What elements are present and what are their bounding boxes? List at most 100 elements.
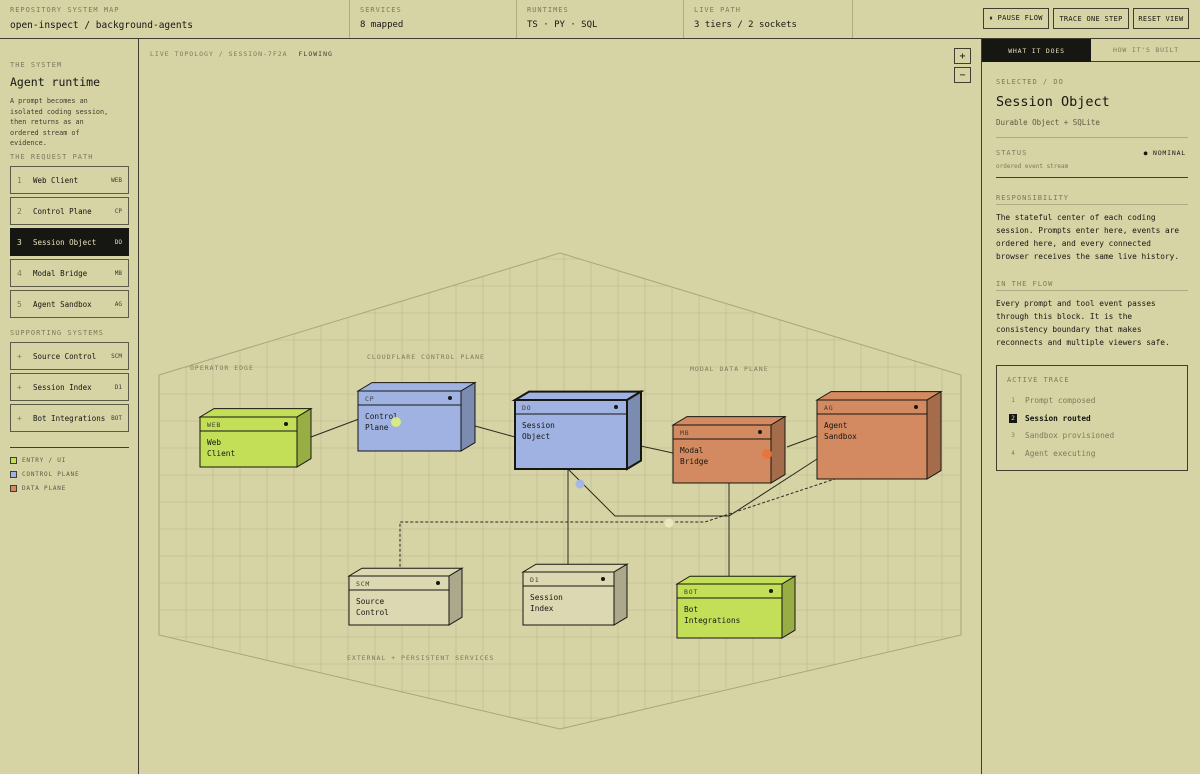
legend-item: DATA PLANE xyxy=(10,485,66,492)
repo-label: REPOSITORY SYSTEM MAP xyxy=(10,6,120,14)
services-value: 8 mapped xyxy=(360,20,404,30)
path-item-number: 2 xyxy=(17,206,22,216)
path-item-cp[interactable]: 2 Control Plane CP xyxy=(10,197,129,225)
runtimes-label: RUNTIMES xyxy=(527,6,569,14)
trace-step-label: Agent executing xyxy=(1025,448,1096,458)
tab-what-it-does[interactable]: WHAT IT DOES xyxy=(982,39,1091,62)
legend-swatch xyxy=(10,457,17,464)
runtimes-cell: RUNTIMES TS · PY · SQL xyxy=(517,0,684,38)
pause-flow-button[interactable]: ⏸ PAUSE FLOW xyxy=(983,8,1049,29)
node-scm[interactable]: SCM Source Control xyxy=(347,567,464,626)
path-item-label: Bot Integrations xyxy=(33,413,106,423)
node-label: Sandbox xyxy=(824,432,857,441)
path-item-label: Session Index xyxy=(33,382,92,392)
path-item-number: 1 xyxy=(17,175,22,185)
floor-grid xyxy=(159,253,961,729)
trace-step-number: 1 xyxy=(1011,397,1015,404)
services-label: SERVICES xyxy=(360,6,402,14)
active-trace-box: ACTIVE TRACE 1 Prompt composed 2 Session ro… xyxy=(996,365,1188,471)
trace-step-4: 4 Agent executing xyxy=(1009,449,1095,458)
path-item-web[interactable]: 1 Web Client WEB xyxy=(10,166,129,194)
node-ag[interactable]: AG Agent Sandbox xyxy=(815,390,943,480)
selected-label: SELECTED / DO xyxy=(996,78,1064,86)
node-side-face xyxy=(626,389,642,471)
trace-step-label: Sandbox provisioned xyxy=(1025,431,1115,440)
trace-step-label: Session routed xyxy=(1025,413,1091,423)
responsibility-text: The stateful center of each coding sessi… xyxy=(996,213,1180,261)
node-code: CP xyxy=(365,395,374,403)
path-item-code: CP xyxy=(114,207,122,215)
topology-svg: OPERATOR EDGE CLOUDFLARE CONTROL PLANE M… xyxy=(158,252,962,730)
active-trace-label: ACTIVE TRACE xyxy=(1007,376,1070,384)
path-item-do[interactable]: 3 Session Object DO xyxy=(10,228,129,256)
status-dot-icon xyxy=(769,589,773,593)
edge-ag-scm xyxy=(399,476,842,574)
path-item-code: DO xyxy=(114,238,122,246)
node-top-face xyxy=(815,391,943,401)
trace-step-number: 2 xyxy=(1009,413,1017,423)
node-code: SCM xyxy=(356,580,370,588)
trace-step-label: Prompt composed xyxy=(1025,396,1096,405)
legend-divider xyxy=(10,447,129,448)
node-bot[interactable]: BOT Bot Integrations xyxy=(675,575,797,639)
path-item-mb[interactable]: 4 Modal Bridge MB xyxy=(10,259,129,287)
edge-web-cp xyxy=(310,418,360,438)
path-item-d1[interactable]: + Session Index D1 xyxy=(10,373,129,401)
livepath-label: LIVE PATH xyxy=(694,6,741,14)
selected-subtitle: Durable Object + SQLite xyxy=(996,118,1100,127)
repo-cell: REPOSITORY SYSTEM MAP open-inspect / bac… xyxy=(0,0,350,38)
path-item-bot[interactable]: + Bot Integrations BOT xyxy=(10,404,129,432)
tab-how-its-built[interactable]: HOW IT'S BUILT xyxy=(1091,39,1200,62)
status-dot-icon xyxy=(436,581,440,585)
node-cp[interactable]: CPControlPlane xyxy=(356,381,477,452)
legend-label: ENTRY / UI xyxy=(22,457,67,464)
path-item-ag[interactable]: 5 Agent Sandbox AG xyxy=(10,290,129,318)
path-item-scm[interactable]: + Source Control SCM xyxy=(10,342,129,370)
status-badge: ● NOMINAL xyxy=(1143,149,1186,157)
node-label: Modal xyxy=(680,446,703,455)
node-code: MB xyxy=(680,429,689,437)
diagram-canvas[interactable]: LIVE TOPOLOGY / SESSION-7F2A FLOWING + −… xyxy=(139,39,981,774)
trace-step-1: 1 Prompt composed xyxy=(1009,396,1095,405)
path-item-label: Web Client xyxy=(33,175,79,185)
node-web[interactable]: WEB Web Client xyxy=(198,407,313,468)
legend-item: CONTROL PLANE xyxy=(10,471,79,478)
trace-one-step-button[interactable]: TRACE ONE STEP xyxy=(1053,8,1129,29)
node-label: Bot xyxy=(684,605,698,614)
node-top-face xyxy=(356,382,477,392)
system-label: THE SYSTEM xyxy=(10,61,63,69)
node-label: Control xyxy=(356,608,389,617)
path-item-number: + xyxy=(17,413,22,423)
runtimes-value: TS · PY · SQL xyxy=(527,20,598,30)
node-do[interactable]: DO Session Object xyxy=(511,389,645,471)
status-dot-icon xyxy=(914,405,918,409)
trace-step-number: 4 xyxy=(1011,449,1015,457)
node-top-face xyxy=(347,567,464,577)
inspector-panel: WHAT IT DOES HOW IT'S BUILT SELECTED / D… xyxy=(981,39,1200,774)
node-label: Agent xyxy=(824,421,847,430)
divider xyxy=(996,290,1188,291)
node-label: Plane xyxy=(365,423,389,432)
path-item-number: 4 xyxy=(17,268,22,278)
zone-modal: MODAL DATA PLANE xyxy=(690,365,769,373)
supporting-label: SUPPORTING SYSTEMS xyxy=(10,329,104,337)
request-path-label: THE REQUEST PATH xyxy=(10,153,94,161)
path-item-number: + xyxy=(17,382,22,392)
node-side-face xyxy=(613,563,628,626)
node-label: Source xyxy=(356,597,384,606)
node-side-face xyxy=(460,381,476,452)
trace-step-3: 3 Sandbox provisioned xyxy=(1009,431,1114,440)
node-label: Session xyxy=(522,421,555,430)
divider xyxy=(996,177,1188,178)
left-panel: THE SYSTEM Agent runtime A prompt become… xyxy=(0,39,139,774)
node-d1[interactable]: D1 Session Index xyxy=(521,563,629,626)
node-label: Bridge xyxy=(680,457,708,466)
node-code: BOT xyxy=(684,588,698,596)
status-dot-icon xyxy=(448,396,452,400)
responsibility-label: RESPONSIBILITY xyxy=(996,194,1070,202)
reset-view-button[interactable]: RESET VIEW xyxy=(1133,8,1189,29)
divider xyxy=(996,204,1188,205)
path-item-label: Session Object xyxy=(33,237,97,247)
node-top-face xyxy=(198,408,313,418)
path-item-number: + xyxy=(17,351,22,361)
